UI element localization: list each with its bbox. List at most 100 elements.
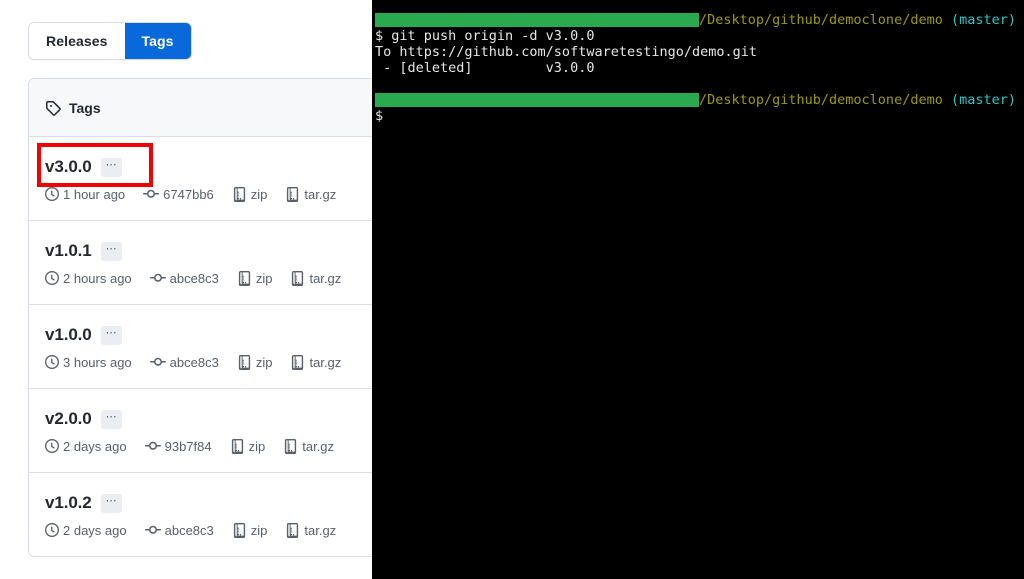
tag-commit[interactable]: abce8c3 [149,270,219,286]
table-row[interactable]: v2.0.0 ⋯ 2 days ago 93b7f84 zip tar.gz [29,389,372,473]
table-row[interactable]: v3.0.0 ⋯ 1 hour ago 6747bb6 zip tar.gz [29,137,372,221]
tag-more-options-icon[interactable]: ⋯ [100,409,122,429]
table-row[interactable]: v1.0.1 ⋯ 2 hours ago abce8c3 zip tar.gz [29,221,372,305]
zip-label[interactable]: zip [256,271,273,286]
tag-name-link[interactable]: v1.0.2 [45,493,92,513]
file-zip-icon [290,270,305,286]
clock-icon [45,271,59,285]
clock-icon [45,523,59,537]
releases-tags-toggle[interactable]: Releases Tags [28,22,192,60]
tag-name-link[interactable]: v1.0.0 [45,325,92,345]
tag-commit-sha[interactable]: 93b7f84 [165,439,212,454]
tag-commit-sha[interactable]: abce8c3 [170,271,219,286]
tag-age: 2 days ago [45,523,127,538]
tag-age: 1 hour ago [45,187,125,202]
tags-card-header: Tags [29,79,372,137]
download-targz-link[interactable]: tar.gz [285,522,336,538]
tag-more-options-icon[interactable]: ⋯ [100,241,122,261]
download-targz-link[interactable]: tar.gz [290,270,341,286]
clock-icon [45,439,59,453]
tag-meta: 2 days ago abce8c3 zip tar.gz [45,522,372,538]
tag-commit-sha[interactable]: abce8c3 [170,355,219,370]
commit-icon [144,522,161,538]
tag-age: 3 hours ago [45,355,132,370]
download-targz-link[interactable]: tar.gz [285,186,336,202]
terminal-window[interactable]: /Desktop/github/democlone/demo (master) … [372,0,1024,579]
tag-meta: 2 days ago 93b7f84 zip tar.gz [45,438,372,454]
tag-name-link[interactable]: v3.0.0 [45,157,92,177]
terminal-output-line-2: - [deleted] v3.0.0 [375,60,595,76]
file-zip-icon [237,354,252,370]
file-zip-icon [285,522,300,538]
commit-icon [144,438,161,454]
tag-age-label: 2 days ago [63,438,127,454]
table-row[interactable]: v1.0.2 ⋯ 2 days ago abce8c3 zip tar.gz [29,473,372,556]
file-zip-icon [232,186,247,202]
tag-title-line: v1.0.1 ⋯ [45,241,372,261]
terminal-output-line-1: To https://github.com/softwaretestingo/d… [375,44,758,60]
redacted-user-host-block [375,93,699,107]
tag-more-options-icon[interactable]: ⋯ [100,493,122,513]
targz-label[interactable]: tar.gz [309,355,341,370]
tag-age-label: 2 days ago [63,522,127,538]
tab-releases[interactable]: Releases [29,23,125,59]
zip-label[interactable]: zip [249,439,266,454]
clock-icon [45,355,59,369]
file-zip-icon [237,270,252,286]
tag-more-options-icon[interactable]: ⋯ [100,325,122,345]
commit-icon [149,354,166,370]
tag-title-line: v1.0.0 ⋯ [45,325,372,345]
tag-age-label: 3 hours ago [63,354,132,370]
tag-more-options-icon[interactable]: ⋯ [100,157,122,177]
targz-label[interactable]: tar.gz [304,523,336,538]
file-zip-icon [232,522,247,538]
commit-icon [149,270,166,286]
terminal-path-2: /Desktop/github/democlone/demo [699,92,943,108]
zip-label[interactable]: zip [251,187,268,202]
clock-icon [45,187,59,201]
table-row[interactable]: v1.0.0 ⋯ 3 hours ago abce8c3 zip tar.gz [29,305,372,389]
tab-tags[interactable]: Tags [124,23,191,59]
tag-meta: 3 hours ago abce8c3 zip tar.gz [45,354,372,370]
zip-label[interactable]: zip [251,523,268,538]
file-zip-icon [285,186,300,202]
download-targz-link[interactable]: tar.gz [283,438,334,454]
tag-name-link[interactable]: v1.0.1 [45,241,92,261]
tags-card: Tags v3.0.0 ⋯ 1 hour ago 6747bb6 zip tar… [28,78,372,557]
tag-age: 2 days ago [45,439,127,454]
tag-age-label: 1 hour ago [63,186,126,202]
file-zip-icon [230,438,245,454]
download-zip-link[interactable]: zip [230,438,266,454]
tag-title-line: v3.0.0 ⋯ [45,157,372,177]
download-targz-link[interactable]: tar.gz [290,354,341,370]
tag-icon [45,100,61,116]
tag-title-line: v1.0.2 ⋯ [45,493,372,513]
tag-commit[interactable]: abce8c3 [149,354,219,370]
github-tags-panel: Releases Tags Tags v3.0.0 ⋯ 1 hour ago 6… [0,0,372,579]
download-zip-link[interactable]: zip [232,186,268,202]
terminal-branch-1: (master) [950,12,1017,28]
tag-commit[interactable]: abce8c3 [144,522,214,538]
terminal-path-1: /Desktop/github/democlone/demo [699,12,943,28]
tag-title-line: v2.0.0 ⋯ [45,409,372,429]
terminal-cursor-line[interactable]: $ [372,108,1024,124]
download-zip-link[interactable]: zip [237,270,273,286]
terminal-top-spacer [372,0,1024,12]
tag-commit[interactable]: 93b7f84 [144,438,212,454]
targz-label[interactable]: tar.gz [302,439,334,454]
targz-label[interactable]: tar.gz [304,187,336,202]
tag-name-link[interactable]: v2.0.0 [45,409,92,429]
tag-commit-sha[interactable]: abce8c3 [165,523,214,538]
terminal-command-line: $ git push origin -d v3.0.0 [375,28,595,44]
tag-commit[interactable]: 6747bb6 [143,186,214,202]
redacted-user-host-block [375,13,699,27]
targz-label[interactable]: tar.gz [309,271,341,286]
file-zip-icon [290,354,305,370]
download-zip-link[interactable]: zip [232,522,268,538]
tag-commit-sha[interactable]: 6747bb6 [163,187,214,202]
zip-label[interactable]: zip [256,355,273,370]
download-zip-link[interactable]: zip [237,354,273,370]
